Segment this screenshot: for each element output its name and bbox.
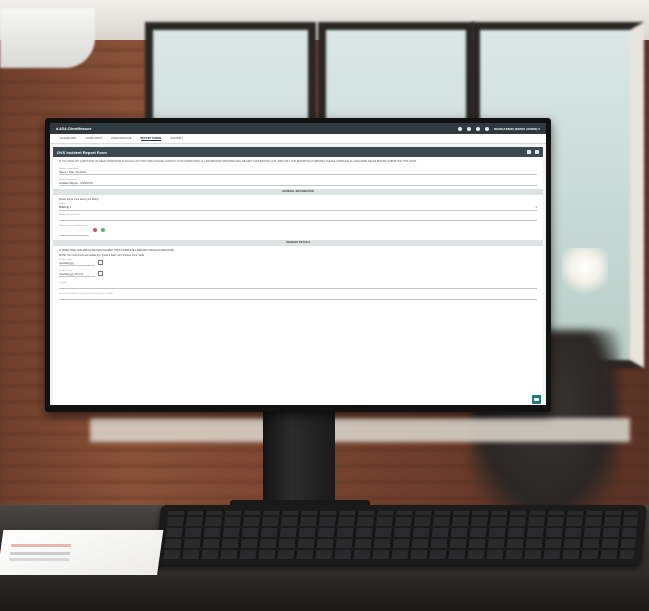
incident-note-1: IF MORE THAN ONE EMPLOYEE WAS INJURED, T… — [59, 248, 175, 252]
incident-time-field[interactable]: Incident Time mm/dd/yyyy hh:mm — [59, 270, 95, 277]
user-name[interactable]: DEMOADMIN (DEMO ADMIN) ▾ — [494, 127, 540, 131]
remove-upload-button[interactable] — [93, 228, 97, 233]
contact-field-value: Name / Title / Number — [59, 169, 87, 174]
facility-select[interactable]: Facility Building 1 ▾ — [59, 203, 537, 211]
section-general: GENERAL INFORMATION — [53, 188, 543, 195]
general-note: Please tell us more about your facility — [59, 197, 99, 201]
report-field[interactable]: Report Information Incident Report - DVS… — [59, 178, 537, 186]
add-upload-button[interactable] — [101, 228, 105, 233]
nav-tabs: DASHBOARD COMPLAINTS PERFORMANCE REPORT … — [50, 134, 546, 144]
description-field[interactable]: Describe in detail the events that lead … — [59, 292, 537, 300]
chat-icon[interactable] — [532, 395, 541, 404]
settings-icon[interactable] — [485, 126, 490, 131]
calendar-icon[interactable] — [98, 259, 103, 265]
location-field[interactable]: Location — [59, 281, 537, 289]
clock-icon[interactable] — [98, 270, 103, 276]
form-header-icons — [527, 150, 539, 154]
incident-note-2: NOTE: You must check and update the "Inc… — [59, 253, 145, 257]
incident-date-row: Incident Date mm/dd/yyyy — [59, 259, 537, 266]
form-header: DVS Incident Report Form — [53, 147, 543, 157]
lamp — [562, 248, 608, 296]
incident-time-row: Incident Time mm/dd/yyyy hh:mm — [59, 270, 537, 277]
keyboard-keys — [163, 511, 639, 559]
topbar-icons: DEMOADMIN (DEMO ADMIN) ▾ — [458, 126, 540, 131]
section-incident: INCIDENT DETAILS — [53, 239, 543, 246]
bell-icon[interactable] — [476, 126, 481, 131]
back-table — [90, 418, 630, 442]
incident-date-field[interactable]: Incident Date mm/dd/yyyy — [59, 259, 95, 266]
report-field-value: Incident Report - DVS/CVS — [59, 180, 93, 185]
office-scene: d.ADA ClientMeasure DEMOADMIN (DEMO ADMI… — [0, 0, 649, 611]
tab-report-forms[interactable]: REPORT FORMS — [140, 137, 162, 141]
additional-info-field[interactable]: Additional Information — [59, 213, 537, 221]
form-instructions: IF YOU HAVE ANY QUESTIONS OR NEED ASSIST… — [59, 160, 417, 163]
app-title: d.ADA ClientMeasure — [56, 126, 92, 131]
desk-edge — [0, 575, 649, 611]
info-icon[interactable] — [458, 126, 463, 131]
app-topbar: d.ADA ClientMeasure DEMOADMIN (DEMO ADMI… — [50, 123, 546, 134]
facility-value: Building 1 — [59, 204, 72, 209]
monitor-stand — [263, 405, 335, 513]
home-icon[interactable] — [535, 150, 539, 154]
tab-support[interactable]: SUPPORT — [170, 137, 183, 140]
refresh-icon[interactable] — [467, 126, 472, 131]
tab-dashboard[interactable]: DASHBOARD — [60, 137, 76, 140]
keyboard — [154, 505, 648, 565]
tab-complaints[interactable]: COMPLAINTS — [85, 137, 102, 140]
contact-field[interactable]: Contact Information Name / Title / Numbe… — [59, 167, 537, 175]
tab-performance[interactable]: PERFORMANCE — [111, 137, 131, 140]
upload-field[interactable]: Upload Document/Photo Here — [59, 225, 89, 236]
upload-row: Upload Document/Photo Here — [59, 225, 537, 236]
air-conditioner — [0, 8, 95, 68]
papers — [0, 530, 164, 578]
form-body: IF YOU HAVE ANY QUESTIONS OR NEED ASSIST… — [53, 157, 543, 405]
monitor: d.ADA ClientMeasure DEMOADMIN (DEMO ADMI… — [45, 118, 551, 412]
share-icon[interactable] — [527, 150, 531, 154]
screen: d.ADA ClientMeasure DEMOADMIN (DEMO ADMI… — [50, 123, 546, 405]
form-title: DVS Incident Report Form — [57, 149, 107, 155]
chevron-down-icon[interactable]: ▾ — [535, 205, 537, 209]
